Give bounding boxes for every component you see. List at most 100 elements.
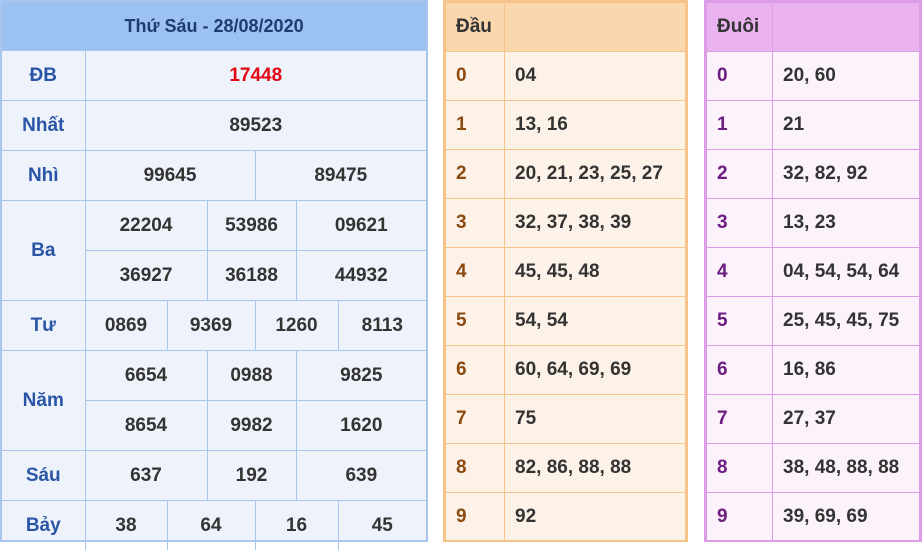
tail-row: 727, 37: [707, 395, 920, 444]
head-numbers: 20, 21, 23, 25, 27: [505, 150, 686, 199]
head-digit: 2: [446, 150, 505, 199]
fourth-prize-number: 8113: [338, 301, 426, 351]
third-prize-number: 44932: [296, 251, 426, 301]
tail-digit: 0: [707, 52, 773, 101]
fifth-prize-number: 9982: [207, 401, 296, 451]
head-numbers: 04: [505, 52, 686, 101]
tail-digit: 1: [707, 101, 773, 150]
fifth-prize-number: 6654: [85, 351, 207, 401]
head-row: 992: [446, 493, 686, 542]
head-numbers: 13, 16: [505, 101, 686, 150]
head-digit-grid: Đầu 004113, 16220, 21, 23, 25, 27332, 37…: [445, 2, 686, 542]
tail-column-title: Đuôi: [707, 3, 773, 52]
head-digit-table: Đầu 004113, 16220, 21, 23, 25, 27332, 37…: [443, 0, 688, 542]
first-prize-number: 89523: [85, 101, 426, 151]
tail-digit: 2: [707, 150, 773, 199]
head-row: 775: [446, 395, 686, 444]
tail-digit: 5: [707, 297, 773, 346]
tail-numbers: 13, 23: [773, 199, 920, 248]
head-row: 004: [446, 52, 686, 101]
seventh-prize-number: 16: [255, 501, 338, 550]
prize-label-fifth: Năm: [2, 351, 85, 451]
head-digit: 0: [446, 52, 505, 101]
tail-numbers: 38, 48, 88, 88: [773, 444, 920, 493]
head-row: 220, 21, 23, 25, 27: [446, 150, 686, 199]
head-row: 554, 54: [446, 297, 686, 346]
prize-label-first: Nhất: [2, 101, 85, 151]
head-digit: 4: [446, 248, 505, 297]
head-row: 660, 64, 69, 69: [446, 346, 686, 395]
tail-row: 020, 60: [707, 52, 920, 101]
tail-numbers: 21: [773, 101, 920, 150]
head-row: 882, 86, 88, 88: [446, 444, 686, 493]
third-prize-number: 09621: [296, 201, 426, 251]
tail-numbers: 25, 45, 45, 75: [773, 297, 920, 346]
fifth-prize-number: 0988: [207, 351, 296, 401]
prize-label-seventh: Bảy: [2, 501, 85, 550]
second-prize-number: 99645: [85, 151, 255, 201]
tail-numbers: 20, 60: [773, 52, 920, 101]
fifth-prize-number: 1620: [296, 401, 426, 451]
head-numbers: 60, 64, 69, 69: [505, 346, 686, 395]
seventh-prize-number: 64: [167, 501, 255, 550]
fifth-prize-number: 8654: [85, 401, 207, 451]
head-digit: 7: [446, 395, 505, 444]
tail-row: 404, 54, 54, 64: [707, 248, 920, 297]
special-prize-number: 17448: [85, 51, 426, 101]
tail-digit: 6: [707, 346, 773, 395]
tail-row: 939, 69, 69: [707, 493, 920, 542]
tail-digit-grid: Đuôi 020, 60121232, 82, 92313, 23404, 54…: [706, 2, 920, 542]
head-row: 113, 16: [446, 101, 686, 150]
tail-row: 525, 45, 45, 75: [707, 297, 920, 346]
head-digit: 1: [446, 101, 505, 150]
fourth-prize-number: 9369: [167, 301, 255, 351]
prize-label-fourth: Tư: [2, 301, 85, 351]
head-column-blank: [505, 3, 686, 52]
head-digit: 5: [446, 297, 505, 346]
third-prize-number: 22204: [85, 201, 207, 251]
fourth-prize-number: 1260: [255, 301, 338, 351]
head-digit: 6: [446, 346, 505, 395]
tail-numbers: 32, 82, 92: [773, 150, 920, 199]
tail-numbers: 16, 86: [773, 346, 920, 395]
tail-digit: 9: [707, 493, 773, 542]
prize-label-special: ĐB: [2, 51, 85, 101]
tail-row: 121: [707, 101, 920, 150]
draw-date-title: Thứ Sáu - 28/08/2020: [2, 2, 426, 51]
head-numbers: 54, 54: [505, 297, 686, 346]
head-numbers: 82, 86, 88, 88: [505, 444, 686, 493]
sixth-prize-number: 637: [85, 451, 207, 501]
tail-numbers: 04, 54, 54, 64: [773, 248, 920, 297]
head-digit: 9: [446, 493, 505, 542]
tail-column-blank: [773, 3, 920, 52]
lottery-results-table: Thứ Sáu - 28/08/2020 ĐB 17448 Nhất 89523…: [0, 0, 428, 542]
tail-digit: 4: [707, 248, 773, 297]
tail-digit: 7: [707, 395, 773, 444]
seventh-prize-number: 45: [338, 501, 426, 550]
prize-label-third: Ba: [2, 201, 85, 301]
head-digit: 8: [446, 444, 505, 493]
tail-row: 616, 86: [707, 346, 920, 395]
tail-row: 232, 82, 92: [707, 150, 920, 199]
second-prize-number: 89475: [255, 151, 426, 201]
head-row: 445, 45, 48: [446, 248, 686, 297]
third-prize-number: 53986: [207, 201, 296, 251]
head-digit: 3: [446, 199, 505, 248]
sixth-prize-number: 639: [296, 451, 426, 501]
tail-digit: 8: [707, 444, 773, 493]
tail-digit: 3: [707, 199, 773, 248]
third-prize-number: 36927: [85, 251, 207, 301]
tail-row: 313, 23: [707, 199, 920, 248]
head-row: 332, 37, 38, 39: [446, 199, 686, 248]
tail-numbers: 27, 37: [773, 395, 920, 444]
results-grid: Thứ Sáu - 28/08/2020 ĐB 17448 Nhất 89523…: [2, 2, 426, 550]
seventh-prize-number: 38: [85, 501, 167, 550]
fourth-prize-number: 0869: [85, 301, 167, 351]
head-numbers: 45, 45, 48: [505, 248, 686, 297]
tail-numbers: 39, 69, 69: [773, 493, 920, 542]
fifth-prize-number: 9825: [296, 351, 426, 401]
head-column-title: Đầu: [446, 3, 505, 52]
head-numbers: 75: [505, 395, 686, 444]
prize-label-second: Nhì: [2, 151, 85, 201]
prize-label-sixth: Sáu: [2, 451, 85, 501]
